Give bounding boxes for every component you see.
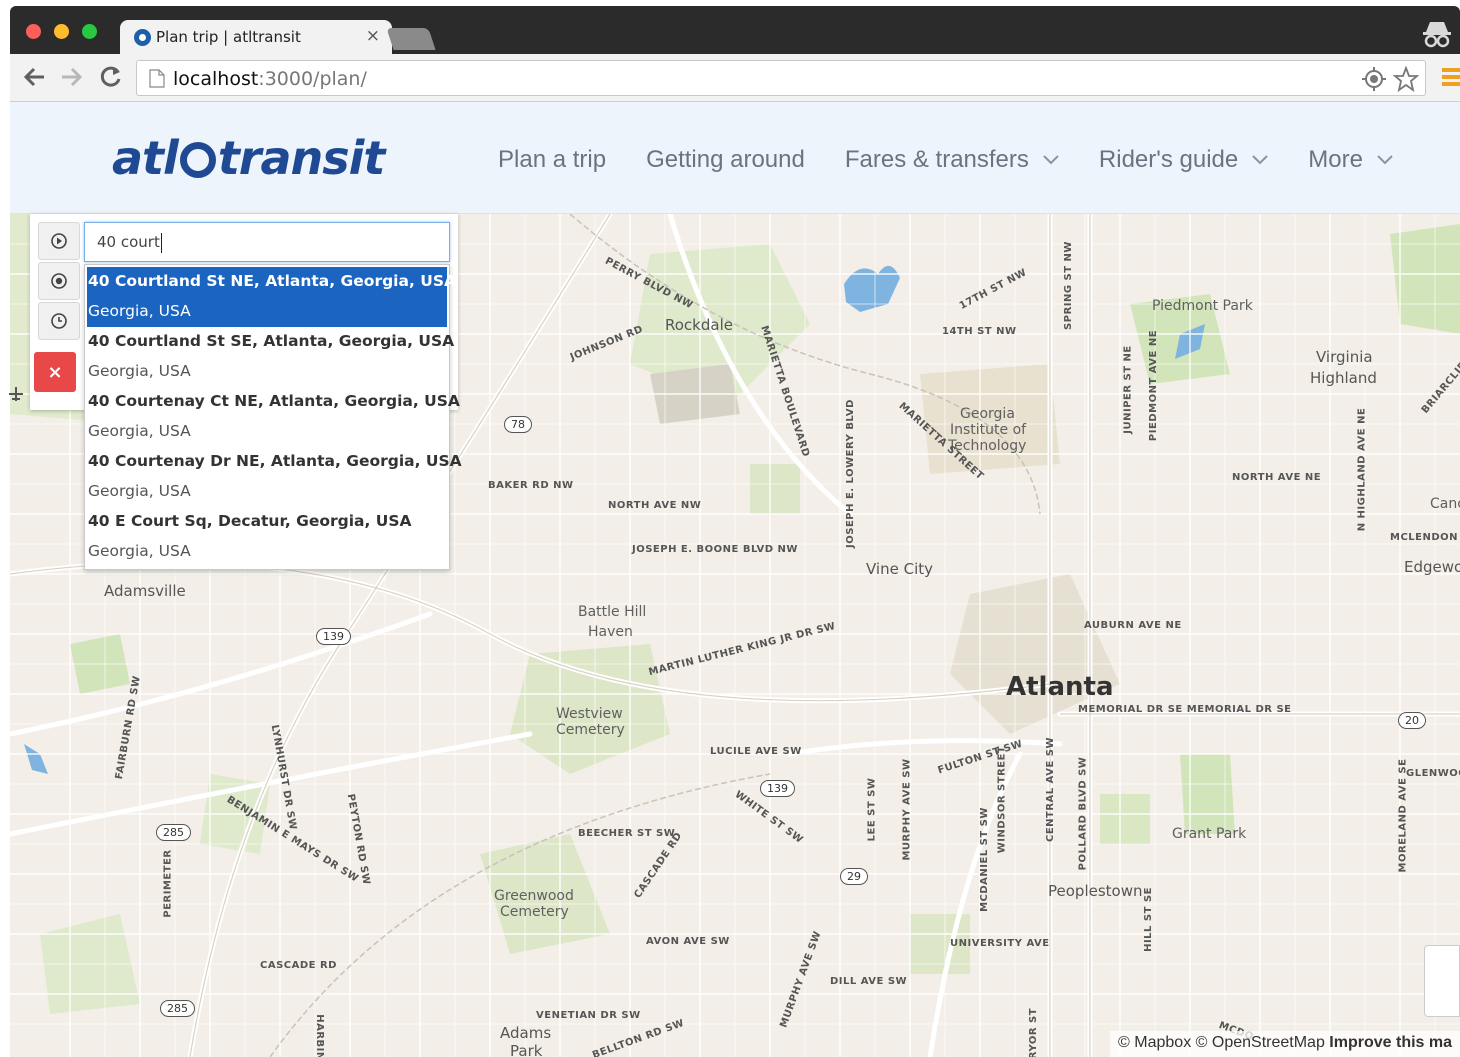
suggestion-region: Georgia, USA — [88, 482, 191, 500]
origin-search-input[interactable]: 40 court — [84, 222, 450, 262]
autocomplete-dropdown: 40 Courtland St NE, Atlanta, Georgia, US… — [84, 264, 462, 570]
window-close-button[interactable] — [26, 24, 41, 39]
route-shield-139-b: 139 — [760, 780, 795, 797]
tab-title: Plan trip | atltransit — [156, 28, 301, 46]
attribution-osm-link[interactable]: © OpenStreetMap — [1196, 1034, 1325, 1051]
window-minimize-button[interactable] — [54, 24, 69, 39]
nav-plan-a-trip[interactable]: Plan a trip — [498, 146, 606, 174]
suggestion-address: 40 Courtland St SE, Atlanta, Georgia, US… — [88, 332, 455, 350]
nav-label: Rider's guide — [1098, 146, 1239, 173]
map-attribution: © Mapbox © OpenStreetMap Improve this ma — [1110, 1031, 1460, 1057]
nav-riders-guide[interactable]: Rider's guide — [1099, 146, 1268, 174]
url-text: localhost:3000/plan/ — [173, 68, 367, 90]
nav-fares-transfers[interactable]: Fares & transfers — [845, 146, 1059, 174]
suggestion-item[interactable]: 40 Courtland St SE, Atlanta, Georgia, US… — [87, 327, 454, 387]
suggestion-address: 40 Courtenay Ct NE, Atlanta, Georgia, US… — [88, 392, 460, 410]
text-caret — [160, 232, 162, 253]
logo-text-atl: atl — [112, 131, 179, 185]
origin-marker-icon — [51, 233, 67, 249]
suggestion-region: Georgia, USA — [88, 542, 191, 560]
route-shield-285-b: 285 — [160, 1000, 195, 1017]
suggestion-address: 40 Courtland St NE, Atlanta, Georgia, US… — [88, 272, 456, 290]
nav-label: Plan a trip — [498, 146, 607, 173]
chevron-down-icon — [1377, 155, 1393, 165]
forward-arrow-icon[interactable] — [58, 64, 84, 90]
bookmark-star-icon[interactable] — [1393, 66, 1419, 92]
browser-titlebar: Plan trip | atltransit × — [10, 6, 1460, 54]
route-shield-285: 285 — [156, 824, 191, 841]
nav-more[interactable]: More — [1308, 146, 1393, 174]
page-icon — [149, 69, 165, 88]
browser-menu-icon[interactable] — [1440, 66, 1460, 88]
nav-getting-around[interactable]: Getting around — [646, 146, 805, 174]
incognito-icon — [1423, 22, 1451, 48]
route-shield-29: 29 — [840, 868, 868, 885]
map-zoom-control[interactable] — [1424, 945, 1460, 1017]
browser-toolbar: localhost:3000/plan/ — [10, 54, 1460, 102]
suggestion-region: Georgia, USA — [88, 422, 191, 440]
suggestion-item[interactable]: 40 Courtland St NE, Atlanta, Georgia, US… — [87, 267, 456, 327]
route-shield-20: 20 — [1398, 712, 1426, 729]
suggestion-item[interactable]: 40 Courtenay Ct NE, Atlanta, Georgia, US… — [87, 387, 460, 447]
site-favicon-icon — [134, 29, 151, 46]
destination-marker-icon — [51, 273, 67, 289]
attribution-mapbox-link[interactable]: © Mapbox — [1118, 1034, 1191, 1051]
address-bar[interactable]: localhost:3000/plan/ — [136, 60, 1426, 96]
location-target-icon[interactable] — [1361, 66, 1387, 92]
airport-icon — [9, 387, 23, 401]
suggestion-item[interactable]: 40 Courtenay Dr NE, Atlanta, Georgia, US… — [87, 447, 462, 507]
destination-button[interactable] — [38, 262, 80, 300]
nav-label: Getting around — [646, 146, 805, 173]
suggestion-address: 40 Courtenay Dr NE, Atlanta, Georgia, US… — [88, 452, 462, 470]
close-icon: × — [47, 361, 63, 383]
site-header: atl transit Plan a trip Getting around Fa… — [10, 102, 1460, 214]
clock-icon — [51, 313, 67, 329]
nav-label: Fares & transfers — [844, 146, 1029, 173]
chevron-down-icon — [1252, 155, 1268, 165]
logo-text-transit: transit — [217, 131, 386, 185]
main-nav: Plan a trip Getting around Fares & trans… — [498, 146, 1433, 174]
suggestion-region: Georgia, USA — [88, 302, 191, 320]
back-arrow-icon[interactable] — [22, 64, 48, 90]
origin-button[interactable] — [38, 222, 80, 260]
atltransit-logo[interactable]: atl transit — [112, 131, 386, 185]
window-zoom-button[interactable] — [82, 24, 97, 39]
tab-close-icon[interactable]: × — [366, 26, 380, 46]
reload-icon[interactable] — [98, 64, 124, 90]
new-tab-button[interactable] — [386, 28, 436, 50]
suggestion-item[interactable]: 40 E Court Sq, Decatur, Georgia, USA Geo… — [87, 507, 447, 567]
time-button[interactable] — [38, 302, 80, 340]
route-shield-139: 139 — [316, 628, 351, 645]
nav-label: More — [1308, 146, 1363, 173]
clear-trip-button[interactable]: × — [34, 352, 76, 392]
suggestion-region: Georgia, USA — [88, 362, 191, 380]
route-shield-78: 78 — [504, 416, 532, 433]
improve-map-link[interactable]: Improve this ma — [1329, 1034, 1452, 1051]
chevron-down-icon — [1043, 155, 1059, 165]
search-input-value: 40 court — [97, 233, 160, 251]
suggestion-address: 40 E Court Sq, Decatur, Georgia, USA — [88, 512, 412, 530]
browser-tab-active[interactable]: Plan trip | atltransit × — [120, 20, 392, 54]
logo-ring-icon — [179, 142, 216, 178]
